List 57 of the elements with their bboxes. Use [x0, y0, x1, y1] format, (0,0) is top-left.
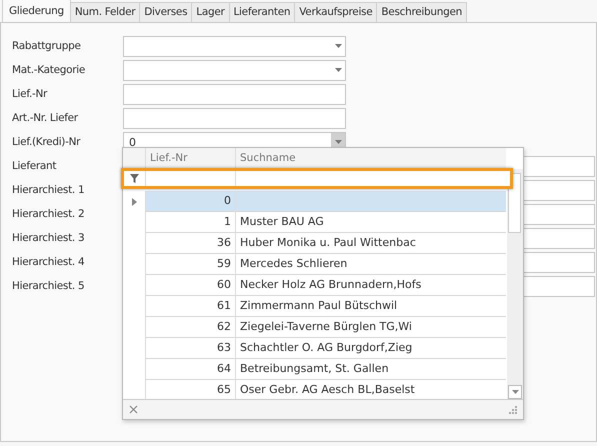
combo-field[interactable] [123, 60, 346, 80]
close-icon[interactable] [129, 405, 138, 414]
tab[interactable]: Verkaufspreise [294, 2, 378, 22]
field-label: Hierarchiest. 4 [12, 256, 86, 268]
tab[interactable]: Num. Felder [70, 2, 140, 22]
grid-row[interactable]: 61 Zimmermann Paul Bütschwil [123, 296, 506, 317]
field-label: Lieferant [12, 160, 58, 172]
table-cell: Oser Gebr. AG Aesch BL,Baselst [240, 383, 415, 396]
table-cell: Ziegelei-Taverne Bürglen TG,Wi [240, 320, 412, 333]
resize-grip-icon[interactable] [509, 406, 517, 414]
grid-row[interactable]: 36 Huber Monika u. Paul Wittenbac [123, 233, 506, 254]
field-label: Hierarchiest. 2 [12, 208, 86, 220]
table-cell: 62 [217, 320, 231, 333]
table-cell: 36 [217, 236, 231, 249]
table-cell: 59 [217, 257, 231, 270]
scroll-down-icon[interactable] [512, 390, 518, 394]
table-cell: Necker Holz AG Brunnadern,Hofs [240, 278, 422, 291]
table-cell: 65 [217, 383, 231, 396]
field-label: Art.-Nr. Liefer [12, 112, 79, 124]
tab[interactable]: Lieferanten [228, 2, 296, 22]
grid-row[interactable]: 63 Schachtler O. AG Burgdorf,Zieg [123, 338, 506, 359]
grid-row[interactable]: 62 Ziegelei-Taverne Bürglen TG,Wi [123, 317, 506, 338]
tab[interactable]: Lager [191, 2, 230, 22]
table-cell: Betreibungsamt, St. Gallen [240, 362, 389, 375]
field-label: Hierarchiest. 3 [12, 232, 86, 244]
table-cell: 60 [217, 278, 231, 291]
table-cell: 0 [224, 194, 231, 207]
table-cell: Mercedes Schlieren [240, 257, 348, 270]
text-field[interactable] [123, 108, 346, 128]
tab[interactable]: Diverses [139, 2, 192, 22]
scrollbar[interactable] [507, 169, 523, 400]
table-cell: Schachtler O. AG Burgdorf,Zieg [240, 341, 412, 354]
table-cell: 64 [217, 362, 231, 375]
text-field[interactable] [123, 84, 346, 104]
combo-field[interactable] [123, 36, 346, 56]
grid-row[interactable]: 64 Betreibungsamt, St. Gallen [123, 359, 506, 380]
field-label: Rabattgruppe [12, 40, 82, 52]
row-indicator-icon [132, 198, 136, 206]
table-cell: Zimmermann Paul Bütschwil [240, 299, 398, 312]
table-cell: 63 [217, 341, 231, 354]
table-cell: 61 [217, 299, 231, 312]
field-value: 0 [128, 136, 136, 148]
tab[interactable]: Gliederung [2, 0, 71, 22]
table-cell: 1 [224, 215, 231, 228]
field-label: Hierarchiest. 1 [12, 184, 86, 196]
field-label: Mat.-Kategorie [12, 64, 86, 76]
field-label: Lief.-Nr [12, 88, 48, 100]
grid-row[interactable]: 59 Mercedes Schlieren [123, 254, 506, 275]
grid-row[interactable]: 1 Muster BAU AG [123, 212, 506, 233]
table-cell: Huber Monika u. Paul Wittenbac [240, 236, 416, 249]
filter-icon[interactable] [130, 174, 139, 183]
tab[interactable]: Beschreibungen [376, 2, 467, 22]
scrollbar-thumb[interactable] [508, 173, 521, 233]
field-label: Hierarchiest. 5 [12, 280, 86, 292]
grid-row[interactable]: 60 Necker Holz AG Brunnadern,Hofs [123, 275, 506, 296]
field-label: Lief.(Kredi)-Nr [12, 136, 82, 148]
table-cell: Muster BAU AG [240, 215, 324, 228]
